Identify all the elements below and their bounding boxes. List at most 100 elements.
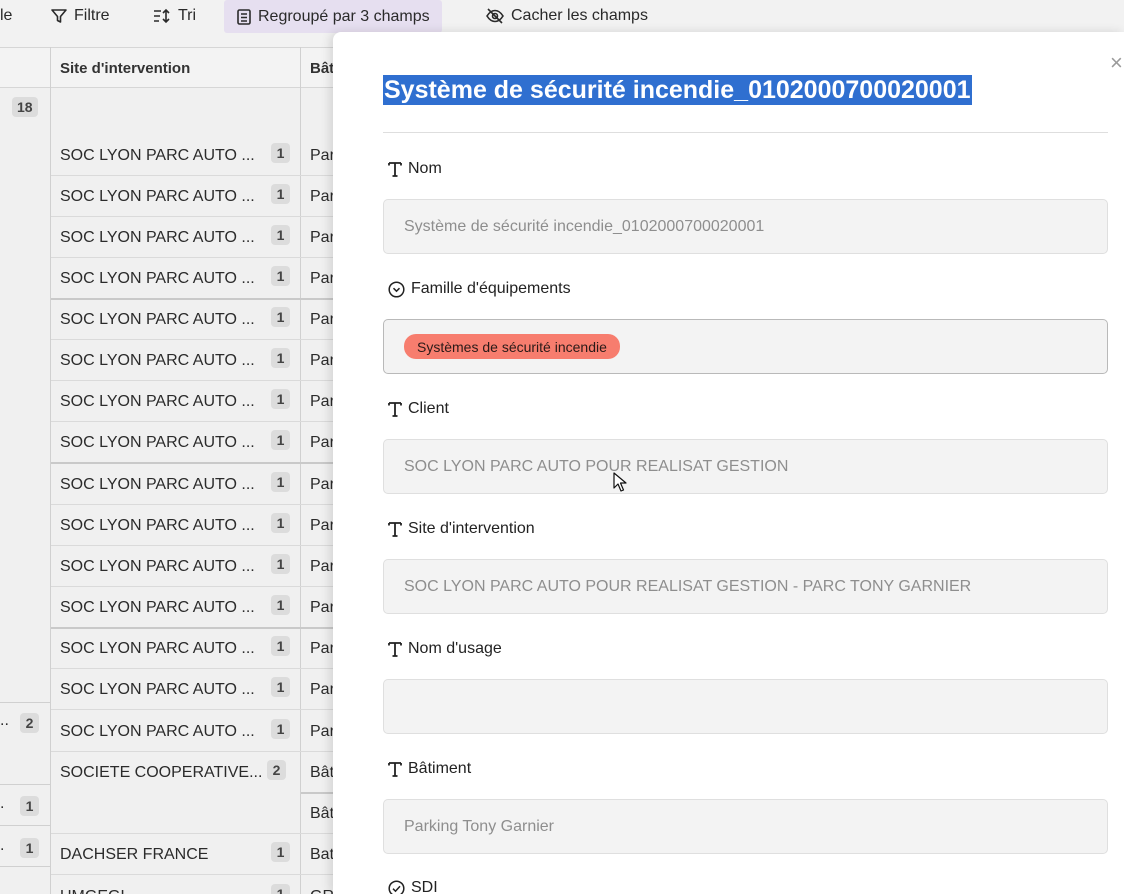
batiment-cell-text: Par <box>310 475 335 493</box>
count-badge: 1 <box>271 884 290 894</box>
table-row[interactable]: SOC LYON PARC AUTO ... 1 Par <box>0 587 340 628</box>
nom-field[interactable]: Système de sécurité incendie_01020007000… <box>383 199 1108 254</box>
field-label-sdi-text: SDI <box>411 879 438 894</box>
record-title[interactable]: Système de sécurité incendie_01020007000… <box>383 75 972 105</box>
site-cell[interactable]: SOC LYON PARC AUTO ... <box>51 340 300 381</box>
table-row[interactable]: SOC LYON PARC AUTO ... 1 Par <box>0 546 340 587</box>
text-type-icon <box>388 521 402 537</box>
count-badge: 1 <box>271 595 290 615</box>
table-row[interactable]: SOC LYON PARC AUTO ... 1 Par <box>0 340 340 381</box>
site-cell-text: SOC LYON PARC AUTO ... <box>60 187 255 205</box>
famille-chip[interactable]: Systèmes de sécurité incendie <box>404 334 620 359</box>
site-cell[interactable]: SOC LYON PARC AUTO ... <box>51 464 300 505</box>
table-row[interactable]: SOC LYON PARC AUTO ... 1 Par <box>0 299 340 340</box>
table-row[interactable]: SOC LYON PARC AUTO ... 1 Par <box>0 711 340 752</box>
site-cell-text: SOC LYON PARC AUTO ... <box>60 557 255 575</box>
close-icon[interactable]: × <box>1110 50 1123 76</box>
site-cell[interactable]: SOC LYON PARC AUTO ... <box>51 217 300 258</box>
batiment-field[interactable]: Parking Tony Garnier <box>383 799 1108 854</box>
table-row[interactable]: SOC LYON PARC AUTO ... 1 Par <box>0 135 340 176</box>
column-header-batiment[interactable]: Bât <box>301 48 334 89</box>
site-cell[interactable]: SOC LYON PARC AUTO ... <box>51 546 300 587</box>
site-cell[interactable]: DACHSER FRANCE <box>51 834 300 875</box>
table-row[interactable]: SOCIETE COOPERATIVE... 2 Bât <box>0 752 340 793</box>
batiment-cell-text: Par <box>310 310 335 328</box>
batiment-cell-text: Par <box>310 516 335 534</box>
site-cell-text: SOC LYON PARC AUTO ... <box>60 475 255 493</box>
batiment-cell-text: Par <box>310 598 335 616</box>
site-cell[interactable]: SOC LYON PARC AUTO ... <box>51 258 300 299</box>
site-cell-text: SOC LYON PARC AUTO ... <box>60 639 255 657</box>
sort-label: Tri <box>178 7 197 24</box>
famille-select[interactable]: Systèmes de sécurité incendie <box>383 319 1108 374</box>
field-label-site: Site d'intervention <box>388 518 535 540</box>
filter-button[interactable]: Filtre <box>50 0 110 32</box>
table-row[interactable]: UMGEGL 1 GR <box>0 876 340 894</box>
group-label: . <box>0 795 5 812</box>
table-row[interactable]: SOC LYON PARC AUTO ... 1 Par <box>0 464 340 505</box>
count-badge: 1 <box>271 143 290 163</box>
site-cell-text: UMGEGL <box>60 888 129 894</box>
site-cell-text: SOC LYON PARC AUTO ... <box>60 680 255 698</box>
record-detail-panel: × Système de sécurité incendie_010200070… <box>333 32 1124 894</box>
site-cell[interactable]: SOC LYON PARC AUTO ... <box>51 505 300 546</box>
table-row[interactable]: SOC LYON PARC AUTO ... 1 Par <box>0 176 340 217</box>
table-row[interactable]: SOC LYON PARC AUTO ... 1 Par <box>0 628 340 669</box>
group-label: . <box>0 837 5 854</box>
sort-icon <box>152 7 172 25</box>
site-field[interactable]: SOC LYON PARC AUTO POUR REALISAT GESTION… <box>383 559 1108 614</box>
site-cell[interactable]: SOC LYON PARC AUTO ... <box>51 628 300 669</box>
batiment-cell-text: Par <box>310 680 335 698</box>
site-cell[interactable] <box>51 793 300 834</box>
count-badge: 2 <box>267 760 286 780</box>
site-cell-text: SOC LYON PARC AUTO ... <box>60 722 255 740</box>
site-cell[interactable]: SOCIETE COOPERATIVE... <box>51 752 300 793</box>
row-divider <box>51 874 341 875</box>
site-cell[interactable]: SOC LYON PARC AUTO ... <box>51 381 300 422</box>
group-count-badge: 1 <box>20 796 39 816</box>
table-row[interactable]: SOC LYON PARC AUTO ... 1 Par <box>0 258 340 299</box>
count-badge: 1 <box>271 719 290 739</box>
column-header-site[interactable]: Site d'intervention <box>51 48 190 89</box>
table-row[interactable]: SOC LYON PARC AUTO ... 1 Par <box>0 505 340 546</box>
nom-usage-field[interactable] <box>383 679 1108 734</box>
text-type-icon <box>388 641 402 657</box>
group-count-badge: 1 <box>20 838 39 858</box>
field-label-nom-text: Nom <box>408 160 442 177</box>
sort-button[interactable]: Tri <box>152 0 196 32</box>
hide-fields-button[interactable]: Cacher les champs <box>485 0 648 32</box>
count-badge: 1 <box>271 513 290 533</box>
batiment-value: Parking Tony Garnier <box>404 817 554 835</box>
table-row[interactable]: SOC LYON PARC AUTO ... 1 Par <box>0 669 340 710</box>
table-row[interactable]: SOC LYON PARC AUTO ... 1 Par <box>0 217 340 258</box>
count-badge: 1 <box>271 348 290 368</box>
client-field[interactable]: SOC LYON PARC AUTO POUR REALISAT GESTION <box>383 439 1108 494</box>
group-divider <box>0 784 51 785</box>
site-cell[interactable]: SOC LYON PARC AUTO ... <box>51 299 300 340</box>
table-row[interactable]: Bât <box>0 793 340 834</box>
text-type-icon <box>388 761 402 777</box>
mouse-cursor-icon <box>613 472 627 497</box>
group-button[interactable]: Regroupé par 3 champs <box>224 0 442 33</box>
site-cell[interactable]: SOC LYON PARC AUTO ... <box>51 176 300 217</box>
batiment-cell-text: Par <box>310 557 335 575</box>
toolbar-partial-label: le <box>0 7 13 24</box>
site-cell-text: SOCIETE COOPERATIVE... <box>60 763 263 781</box>
field-label-batiment: Bâtiment <box>388 758 471 780</box>
site-cell[interactable]: UMGEGL <box>51 876 300 894</box>
group-label: .. <box>0 712 9 729</box>
table-row[interactable]: SOC LYON PARC AUTO ... 1 Par <box>0 381 340 422</box>
count-badge: 1 <box>271 842 290 862</box>
site-cell[interactable]: SOC LYON PARC AUTO ... <box>51 135 300 176</box>
group-divider <box>0 825 51 826</box>
count-badge: 1 <box>271 472 290 492</box>
table-row[interactable]: SOC LYON PARC AUTO ... 1 Par <box>0 422 340 463</box>
site-cell[interactable]: SOC LYON PARC AUTO ... <box>51 669 300 710</box>
toolbar-partial-item[interactable]: le <box>0 0 12 32</box>
batiment-cell-text: Par <box>310 392 335 410</box>
field-label-famille: Famille d'équipements <box>388 278 571 300</box>
table-row[interactable]: DACHSER FRANCE 1 Bat <box>0 834 340 875</box>
site-cell[interactable]: SOC LYON PARC AUTO ... <box>51 422 300 463</box>
site-cell[interactable]: SOC LYON PARC AUTO ... <box>51 711 300 752</box>
site-cell[interactable]: SOC LYON PARC AUTO ... <box>51 587 300 628</box>
